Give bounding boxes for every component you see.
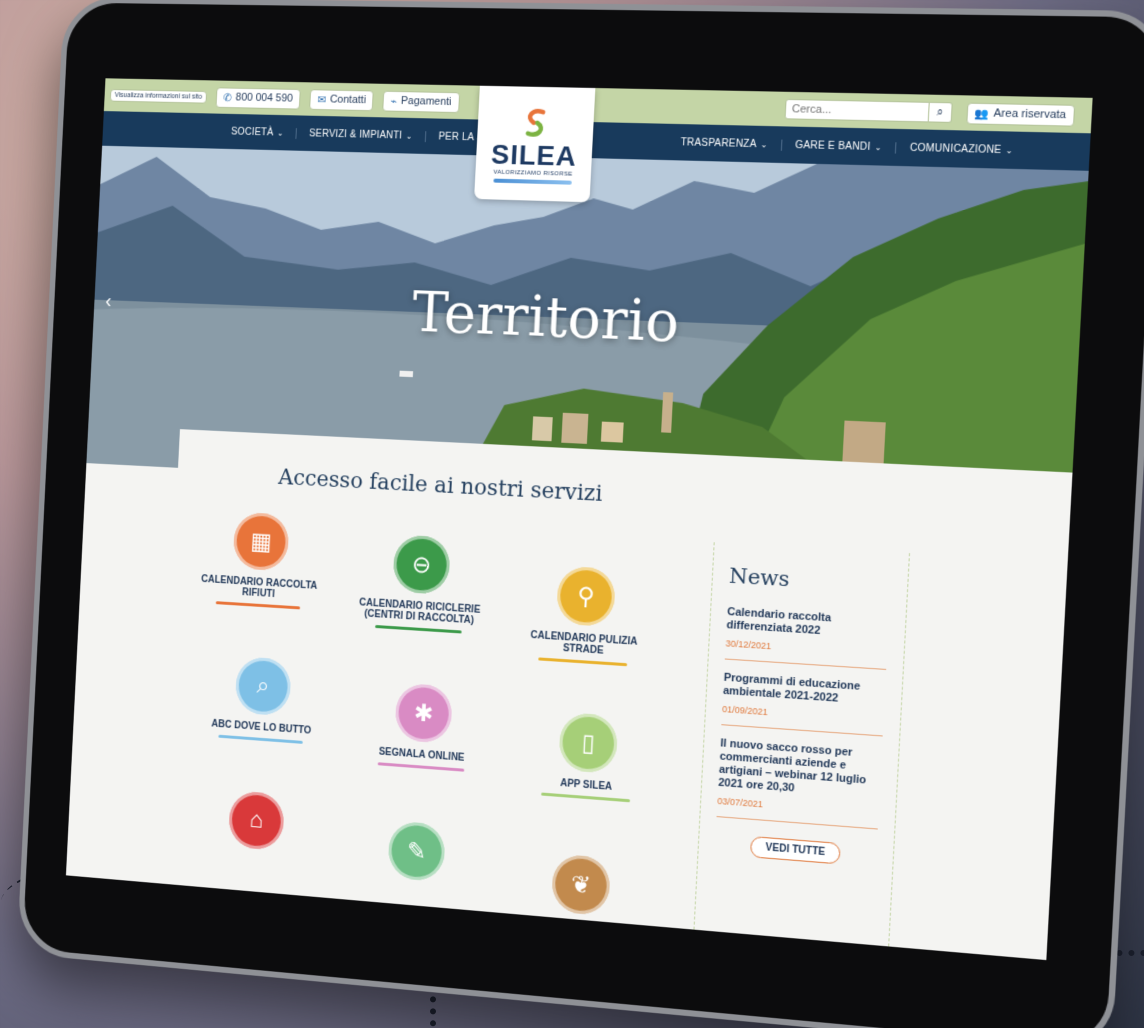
service-item[interactable]: ❦ <box>506 850 657 928</box>
reserved-area-label: Area riservata <box>993 107 1067 122</box>
chevron-down-icon: ⌄ <box>276 128 284 138</box>
nav-item-gare-bandi[interactable]: GARE E BANDI ⌄ <box>781 139 897 154</box>
tablet-device: Visualizza informazioni sul sito ✆ 800 0… <box>16 0 1144 1028</box>
service-label: CALENDARIO PULIZIA STRADE <box>530 629 638 657</box>
service-item[interactable]: ⌂ <box>185 787 329 863</box>
service-label: ABC DOVE LO BUTTO <box>211 718 312 737</box>
news-item[interactable]: Il nuovo sacco rosso per commercianti az… <box>716 737 882 830</box>
shirt-icon: ⌂ <box>227 790 285 851</box>
reserved-area-button[interactable]: 👥 Area riservata <box>966 102 1076 127</box>
service-calendario-raccolta[interactable]: ▦ CALENDARIO RACCOLTA RIFIUTI <box>188 509 333 611</box>
users-icon: 👥 <box>974 107 990 121</box>
news-item-title: Programmi di educazione ambientale 2021-… <box>722 671 861 705</box>
service-label: SEGNALA ONLINE <box>378 746 465 764</box>
magnifier-icon: ⌕ <box>234 656 292 717</box>
phone-number: 800 004 590 <box>235 91 294 105</box>
service-abc-dove-lo-butto[interactable]: ⌕ ABC DOVE LO BUTTO <box>191 653 336 746</box>
chevron-down-icon: ⌄ <box>760 139 768 149</box>
chevron-down-icon: ⌄ <box>405 131 413 141</box>
service-label: CALENDARIO RICICLERIE (CENTRI DI RACCOLT… <box>358 597 481 627</box>
accessibility-info-link[interactable]: Visualizza informazioni sul sito <box>109 88 207 104</box>
phone-link[interactable]: ✆ 800 004 590 <box>215 86 301 110</box>
service-calendario-riciclerie[interactable]: ⊖ CALENDARIO RICICLERIE (CENTRI DI RACCO… <box>347 532 496 635</box>
nav-item-societa[interactable]: SOCIETÀ ⌄ <box>218 125 298 139</box>
payments-label: Pagamenti <box>400 95 452 108</box>
news-title: News <box>728 563 791 592</box>
news-panel: News Calendario raccolta differenziata 2… <box>693 542 911 947</box>
logo-mark-icon <box>517 104 554 141</box>
contacts-button[interactable]: ✉ Contatti <box>309 88 375 111</box>
contacts-label: Contatti <box>329 93 367 107</box>
logo-swoosh <box>493 178 572 185</box>
search-box: ⌕ <box>784 98 953 123</box>
hero-title: Territorio <box>410 280 681 356</box>
calendar-icon: ▦ <box>232 511 290 572</box>
nav-label: GARE E BANDI <box>794 139 871 153</box>
chevron-left-icon[interactable]: ‹ <box>105 290 112 312</box>
search-button[interactable]: ⌕ <box>928 101 953 123</box>
chevron-down-icon: ⌄ <box>1005 145 1014 155</box>
nav-label: SOCIETÀ <box>230 126 274 138</box>
website-screen: Visualizza informazioni sul sito ✆ 800 0… <box>65 78 1093 961</box>
news-item[interactable]: Programmi di educazione ambientale 2021-… <box>721 671 886 737</box>
nav-item-trasparenza[interactable]: TRASPARENZA ⌄ <box>667 136 783 151</box>
phone-app-icon: ▯ <box>558 711 619 775</box>
service-item[interactable]: ✎ <box>343 817 490 894</box>
logo-name: SILEA <box>490 138 578 172</box>
street-sweeper-icon: ⚲ <box>555 565 617 628</box>
report-icon: ✱ <box>394 682 453 744</box>
logo-tagline: VALORIZZIAMO RISORSE <box>493 169 573 178</box>
chat-icon: ✉ <box>317 93 327 106</box>
service-label: APP SILEA <box>559 777 613 793</box>
payment-icon: ⌁ <box>390 95 398 108</box>
service-segnala-online[interactable]: ✱ SEGNALA ONLINE <box>349 680 497 774</box>
pencil-icon: ✎ <box>387 820 446 883</box>
nav-item-servizi-impianti[interactable]: SERVIZI & IMPIANTI ⌄ <box>296 127 427 142</box>
search-input[interactable] <box>784 98 930 123</box>
recycle-center-icon: ⊖ <box>392 534 451 595</box>
nav-item-comunicazione[interactable]: COMUNICAZIONE ⌄ <box>896 142 1027 156</box>
nav-label: COMUNICAZIONE <box>909 142 1002 156</box>
service-pulizia-strade[interactable]: ⚲ CALENDARIO PULIZIA STRADE <box>509 563 662 668</box>
news-item-title: Calendario raccolta differenziata 2022 <box>726 605 832 638</box>
news-item[interactable]: Calendario raccolta differenziata 2022 3… <box>724 605 890 670</box>
chevron-down-icon: ⌄ <box>874 142 883 152</box>
service-label: CALENDARIO RACCOLTA RIFIUTI <box>200 574 318 600</box>
nav-label: SERVIZI & IMPIANTI <box>308 127 403 141</box>
payments-button[interactable]: ⌁ Pagamenti <box>382 90 460 113</box>
leaf-icon: ❦ <box>550 853 612 917</box>
news-item-date: 30/12/2021 <box>725 638 772 652</box>
news-item-title: Il nuovo sacco rosso per commercianti az… <box>717 737 867 795</box>
search-icon: ⌕ <box>936 105 944 119</box>
see-all-news-button[interactable]: VEDI TUTTE <box>749 835 841 865</box>
site-logo[interactable]: SILEA VALORIZZIAMO RISORSE <box>474 85 596 203</box>
service-app-silea[interactable]: ▯ APP SILEA <box>512 709 664 805</box>
phone-icon: ✆ <box>223 91 233 104</box>
nav-label: TRASPARENZA <box>680 136 757 150</box>
